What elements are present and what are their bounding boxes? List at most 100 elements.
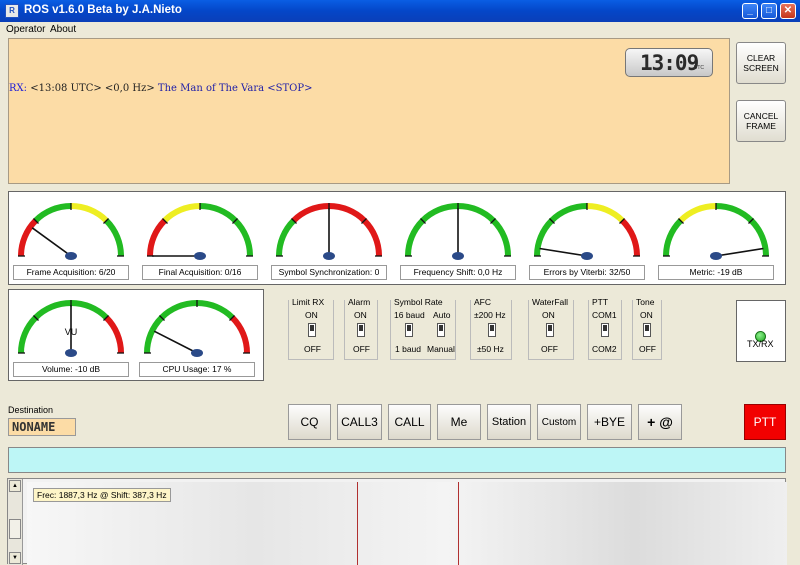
- maximize-button[interactable]: □: [761, 3, 777, 19]
- switch-waterfall[interactable]: WaterFall ON OFF: [528, 297, 574, 360]
- gauge-dial: [404, 202, 512, 260]
- gauge-hub: [323, 252, 335, 260]
- gauge-needle: [31, 227, 72, 257]
- switch-symbol-rate[interactable]: Symbol Rate 16 baud Auto 1 baud Manual: [390, 297, 456, 360]
- gauge-dial: [533, 202, 641, 260]
- gauge-2: Symbol Synchronization: 0: [271, 196, 387, 280]
- switch-title: PTT: [591, 297, 610, 307]
- toggle-switch[interactable]: [601, 323, 609, 337]
- gauge-dial: [275, 202, 383, 260]
- gauge-dial: [17, 202, 125, 260]
- switch-top-right-label: Auto: [433, 310, 451, 320]
- clear-screen-button[interactable]: CLEAR SCREEN: [736, 42, 786, 84]
- switch-title: Symbol Rate: [393, 297, 444, 307]
- close-button[interactable]: ✕: [780, 3, 796, 19]
- gauge-needle: [153, 330, 198, 354]
- gauge-label: Errors by Viterbi: 32/50: [529, 265, 645, 280]
- window-title: ROS v1.6.0 Beta by J.A.Nieto: [24, 4, 182, 16]
- switch-alarm[interactable]: Alarm ON OFF: [344, 297, 378, 360]
- menu-about[interactable]: About: [50, 24, 76, 35]
- gauge-label: Volume: -10 dB: [13, 362, 129, 377]
- toggle-switch-baud[interactable]: [405, 323, 413, 337]
- rx-header: <13:08 UTC> <0,0 Hz>: [30, 83, 155, 94]
- waterfall-marker-left: [357, 482, 358, 565]
- txrx-label: TX/RX: [747, 339, 774, 349]
- gauge-dial: [146, 202, 254, 260]
- gauge-4: Errors by Viterbi: 32/50: [529, 196, 645, 280]
- app-icon: R: [5, 4, 19, 18]
- toggle-switch[interactable]: [546, 323, 554, 337]
- macro-call3-button[interactable]: CALL3: [337, 404, 382, 440]
- macro-cq-button[interactable]: CQ: [288, 404, 331, 440]
- gauge-3: Frequency Shift: 0,0 Hz: [400, 196, 516, 280]
- macro-station-button[interactable]: Station: [487, 404, 531, 440]
- txrx-indicator: TX/RX: [736, 300, 786, 362]
- cancel-frame-button[interactable]: CANCEL FRAME: [736, 100, 786, 142]
- gauge-hub: [710, 252, 722, 260]
- rx-message: The Man of The Vara <STOP>: [157, 83, 313, 94]
- minimize-button[interactable]: _: [742, 3, 758, 19]
- switch-top-label: ON: [640, 310, 653, 320]
- toggle-switch[interactable]: [357, 323, 365, 337]
- rx-display[interactable]: RX: <13:08 UTC> <0,0 Hz> The Man of The …: [8, 38, 730, 184]
- destination-field[interactable]: NONAME: [8, 418, 76, 436]
- gauge-hub: [65, 252, 77, 260]
- scroll-thumb[interactable]: [9, 519, 21, 539]
- gauge-panel-top: Frame Acquisition: 6/20 Final Acquisition…: [8, 191, 786, 285]
- menu-operator[interactable]: Operator: [6, 24, 45, 35]
- macro-bye-button[interactable]: +BYE: [587, 404, 632, 440]
- gauge-hub: [581, 252, 593, 260]
- switch-limit-rx[interactable]: Limit RX ON OFF: [288, 297, 334, 360]
- gauge-label: Symbol Synchronization: 0: [271, 265, 387, 280]
- gauge-dial: VU: [17, 299, 125, 357]
- gauge-panel-bottom: VU Volume: -10 dB CPU Usage: 17 %: [8, 289, 264, 381]
- switch-tone[interactable]: Tone ON OFF: [632, 297, 662, 360]
- switch-title: Alarm: [347, 297, 372, 307]
- switch-top-label: ±200 Hz: [474, 310, 506, 320]
- gauge-hub: [191, 349, 203, 357]
- switch-bottom-label: OFF: [353, 344, 370, 354]
- utc-clock: 13:09 UTC: [625, 48, 713, 77]
- switch-bottom-label: COM2: [592, 344, 617, 354]
- tx-input[interactable]: [8, 447, 786, 473]
- gauge-label: Frame Acquisition: 6/20: [13, 265, 129, 280]
- gauge-0: Frame Acquisition: 6/20: [13, 196, 129, 280]
- scroll-up-icon[interactable]: ▲: [9, 480, 21, 492]
- clear-screen-label: CLEAR SCREEN: [743, 53, 779, 73]
- macro-call-button[interactable]: CALL: [388, 404, 431, 440]
- gauge-label: Frequency Shift: 0,0 Hz: [400, 265, 516, 280]
- toggle-switch[interactable]: [643, 323, 651, 337]
- toggle-switch[interactable]: [488, 323, 496, 337]
- rx-line: RX: <13:08 UTC> <0,0 Hz> The Man of The …: [9, 83, 312, 94]
- switch-title: AFC: [473, 297, 492, 307]
- macro-me-button[interactable]: Me: [437, 404, 481, 440]
- switch-title: Tone: [635, 297, 656, 307]
- frequency-readout: Frec: 1887,3 Hz @ Shift: 387,3 Hz: [33, 488, 171, 502]
- waterfall-marker-right: [458, 482, 459, 565]
- gauge-1: CPU Usage: 17 %: [139, 293, 255, 377]
- waterfall-display[interactable]: Frec: 1887,3 Hz @ Shift: 387,3 Hz: [27, 482, 787, 565]
- toggle-switch-mode[interactable]: [437, 323, 445, 337]
- clock-time: 13:09: [640, 51, 699, 75]
- switch-ptt[interactable]: PTT COM1 COM2: [588, 297, 622, 360]
- switch-top-label: ON: [305, 310, 318, 320]
- ptt-button[interactable]: PTT: [744, 404, 786, 440]
- rx-label: RX:: [9, 83, 28, 94]
- switch-afc[interactable]: AFC ±200 Hz ±50 Hz: [470, 297, 512, 360]
- gauge-label: Final Acquisition: 0/16: [142, 265, 258, 280]
- switch-title: WaterFall: [531, 297, 570, 307]
- macro-custom-button[interactable]: Custom: [537, 404, 581, 440]
- waterfall-scrollbar[interactable]: ▲ ▼: [8, 479, 23, 565]
- switch-bottom-right-label: Manual: [427, 344, 455, 354]
- gauge-label: Metric: -19 dB: [658, 265, 774, 280]
- waterfall-panel[interactable]: ▲ ▼ Frec: 1887,3 Hz @ Shift: 387,3 Hz: [7, 478, 787, 565]
- macro-at-button[interactable]: + @: [638, 404, 682, 440]
- toggle-switch[interactable]: [308, 323, 316, 337]
- switch-title: Limit RX: [291, 297, 326, 307]
- switch-top-left-label: 16 baud: [394, 310, 425, 320]
- scroll-down-icon[interactable]: ▼: [9, 552, 21, 564]
- gauge-needle: [715, 247, 764, 257]
- switch-bottom-left-label: 1 baud: [395, 344, 421, 354]
- title-bar[interactable]: R ROS v1.6.0 Beta by J.A.Nieto _ □ ✕: [0, 0, 800, 22]
- clock-unit: UTC: [693, 65, 704, 71]
